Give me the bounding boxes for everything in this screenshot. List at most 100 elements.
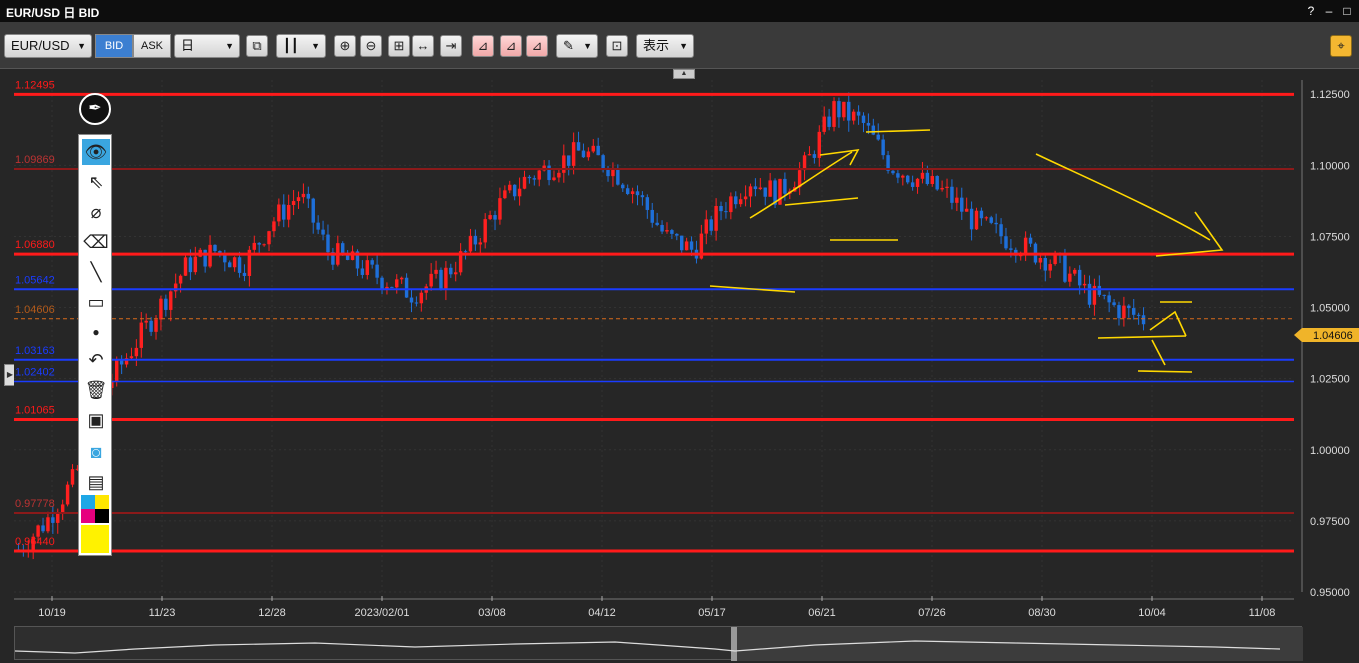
navigator-bar[interactable] [14, 626, 1303, 661]
candle-body [950, 186, 954, 203]
candle-body [670, 230, 674, 234]
candle-body [684, 241, 689, 251]
candle-body [375, 264, 379, 278]
candle-body [910, 182, 915, 187]
clipboard-icon[interactable]: ▤ [82, 469, 110, 495]
candle-body [1112, 302, 1116, 306]
magnet-icon[interactable]: ⌀ [82, 199, 110, 225]
candle-body [955, 197, 959, 203]
ruler-icon[interactable]: ▭ [82, 289, 110, 315]
color-swatch-magenta[interactable] [81, 509, 95, 523]
candle-body [655, 222, 659, 225]
candle-body [1107, 295, 1111, 303]
candle-body [390, 286, 394, 288]
candle-body [881, 139, 885, 156]
time-tick-label: 11/23 [149, 607, 176, 619]
candle-body [203, 249, 207, 267]
price-level-label: 1.12495 [15, 79, 55, 91]
candle-body [709, 219, 713, 231]
candle-body [527, 176, 532, 179]
color-swatch-black[interactable] [95, 509, 109, 523]
candle-body [51, 517, 55, 523]
undo-icon[interactable]: ↶ [82, 347, 110, 373]
candle-body [414, 302, 419, 304]
candle-body [1009, 248, 1013, 250]
price-tick-label: 0.97500 [1310, 516, 1350, 528]
candle-body [719, 205, 723, 212]
candle-body [493, 215, 497, 220]
candle-body [227, 262, 232, 268]
trash-icon[interactable]: 🗑 [82, 377, 110, 403]
candle-body [286, 204, 291, 220]
candle-body [213, 244, 217, 252]
candle-body [56, 513, 60, 523]
cursor-icon[interactable]: ⇖ [82, 169, 110, 195]
candle-body [566, 155, 571, 166]
candle-body [704, 219, 709, 234]
candle-body [444, 267, 448, 290]
candle-body [449, 267, 453, 275]
candle-body [989, 217, 993, 223]
drawing-pen-icon[interactable]: ✒ [79, 93, 111, 125]
candle-body [483, 219, 487, 243]
color-swatch-yellow[interactable] [95, 495, 109, 509]
eraser-tag-icon[interactable]: ⌫ [82, 229, 110, 255]
candle-body [532, 178, 537, 180]
candle-body [920, 172, 925, 179]
camera-icon[interactable]: ◙ [82, 439, 110, 465]
candle-body [586, 151, 591, 158]
candle-body [208, 244, 212, 267]
candle-body [925, 172, 930, 184]
candle-body [257, 242, 261, 245]
time-tick-label: 08/30 [1028, 607, 1056, 619]
dot-icon[interactable]: ● [82, 319, 110, 345]
candle-body [1048, 264, 1052, 271]
candle-body [291, 201, 296, 205]
candle-body [326, 234, 330, 253]
candle-body [512, 184, 517, 197]
candle-body [41, 525, 45, 532]
candle-body [1087, 283, 1092, 305]
current-price-label: 1.04606 [1313, 330, 1353, 342]
price-level-label: 1.03163 [15, 345, 55, 357]
candle-body [119, 360, 124, 365]
candle-body [178, 275, 183, 284]
time-tick-label: 03/08 [478, 607, 506, 619]
eye-icon[interactable]: 👁 [82, 139, 110, 165]
candle-body [675, 233, 679, 236]
candle-body [807, 154, 812, 156]
candle-body [144, 320, 148, 323]
time-tick-label: 10/19 [38, 607, 66, 619]
candle-body [296, 197, 301, 202]
candle-body [650, 209, 654, 223]
line-tool-icon[interactable]: ╲ [82, 259, 110, 285]
candle-body [832, 101, 836, 127]
candle-body [1131, 308, 1136, 315]
candle-body [689, 241, 694, 250]
candle-body [1127, 305, 1131, 309]
candle-body [1141, 315, 1146, 325]
candle-body [1097, 285, 1102, 295]
candle-body [616, 168, 620, 185]
candle-body [537, 170, 541, 180]
candle-body [321, 229, 325, 235]
navigator-window[interactable] [735, 627, 1303, 661]
candle-body [994, 222, 998, 225]
candle-body [1122, 305, 1126, 319]
candle-body [488, 215, 492, 220]
candle-body [183, 257, 188, 276]
candle-body [743, 196, 748, 200]
candle-body [891, 170, 895, 174]
navigator-handle[interactable] [731, 627, 737, 661]
candle-body [964, 208, 969, 212]
candle-body [905, 175, 910, 183]
candle-body [36, 525, 40, 537]
candle-body [114, 360, 119, 382]
candle-body [1038, 257, 1043, 263]
color-swatch-cyan[interactable] [81, 495, 95, 509]
candle-body [935, 176, 939, 190]
candle-body [232, 257, 237, 268]
price-chart[interactable]: 1.12495 1.09869 1.06880 1.05642 1.04606 1.031… [0, 0, 1359, 663]
candle-body [984, 217, 989, 219]
monitor-icon[interactable]: ▣ [82, 407, 110, 433]
